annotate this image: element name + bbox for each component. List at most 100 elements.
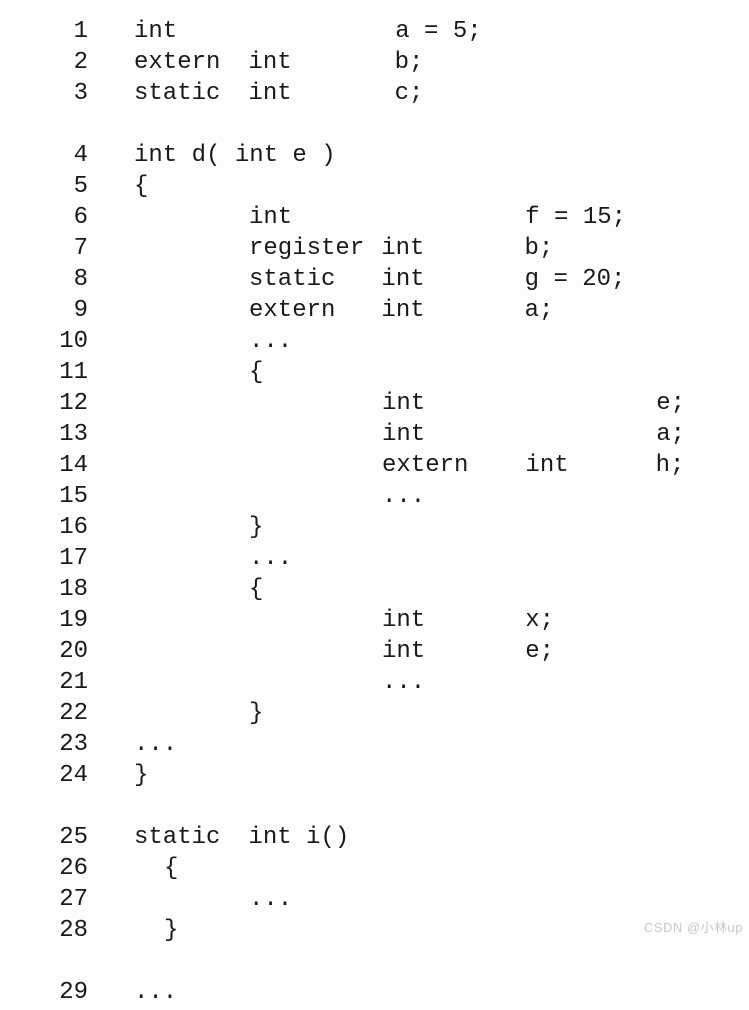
code-token: int xyxy=(382,607,425,634)
code-token: extern xyxy=(382,452,468,479)
code-token: { xyxy=(134,173,148,200)
code-token: h; xyxy=(656,452,685,479)
line-number: 20 xyxy=(28,638,134,665)
blank-line xyxy=(28,948,741,979)
code-token: } xyxy=(249,700,263,727)
code-token: f = 15; xyxy=(525,204,626,231)
code-line: 1int a = 5; xyxy=(28,18,741,49)
line-number: 9 xyxy=(28,297,134,324)
blank-line xyxy=(28,111,741,142)
code-line: 29... xyxy=(28,979,741,1010)
code-token: static xyxy=(134,80,220,107)
line-number: 24 xyxy=(28,762,134,789)
code-line: 7 register int b; xyxy=(28,235,741,266)
line-number: 29 xyxy=(28,979,134,1006)
code-token: ... xyxy=(382,669,425,696)
code-token: int xyxy=(381,297,424,324)
code-line: 4int d( int e ) xyxy=(28,142,741,173)
code-token: int xyxy=(525,452,568,479)
code-line: 12inte; xyxy=(28,390,741,421)
code-token: register xyxy=(249,235,364,262)
line-number: 13 xyxy=(28,421,134,448)
code-line: 16} xyxy=(28,514,741,545)
blank-line xyxy=(28,793,741,824)
code-line: 17... xyxy=(28,545,741,576)
code-line: 6 int f = 15; xyxy=(28,204,741,235)
code-token: int xyxy=(248,80,291,107)
code-token: ... xyxy=(134,731,177,758)
line-number: 3 xyxy=(28,80,134,107)
code-token: int i() xyxy=(248,824,349,851)
code-line: 22} xyxy=(28,700,741,731)
line-number: 23 xyxy=(28,731,134,758)
code-token: int xyxy=(382,390,425,417)
code-line: 10... xyxy=(28,328,741,359)
code-token: c; xyxy=(395,80,424,107)
line-number: 22 xyxy=(28,700,134,727)
code-line: 24} xyxy=(28,762,741,793)
code-line: 14 extern int h; xyxy=(28,452,741,483)
code-token: int xyxy=(381,266,424,293)
code-line: 15... xyxy=(28,483,741,514)
line-number: 12 xyxy=(28,390,134,417)
line-number: 5 xyxy=(28,173,134,200)
code-token: int xyxy=(381,235,424,262)
code-token: int xyxy=(248,49,291,76)
watermark-text: CSDN @小林up xyxy=(644,917,743,936)
line-number: 7 xyxy=(28,235,134,262)
code-token: a; xyxy=(525,297,554,324)
line-number: 18 xyxy=(28,576,134,603)
code-token: { xyxy=(249,359,263,386)
code-line: 13 int a; xyxy=(28,421,741,452)
code-line: 18 { xyxy=(28,576,741,607)
code-token: static xyxy=(249,266,335,293)
code-token: int xyxy=(249,204,292,231)
code-token: a = 5; xyxy=(395,18,481,45)
line-number: 26 xyxy=(28,855,134,882)
line-number: 17 xyxy=(28,545,134,572)
code-token: { xyxy=(164,855,178,882)
line-number: 4 xyxy=(28,142,134,169)
code-token: int xyxy=(382,638,425,665)
code-token: x; xyxy=(525,607,554,634)
code-token: extern xyxy=(249,297,335,324)
code-token: ... xyxy=(249,328,292,355)
code-token: } xyxy=(249,514,263,541)
code-line: 8 static int g = 20; xyxy=(28,266,741,297)
line-number: 25 xyxy=(28,824,134,851)
line-number: 8 xyxy=(28,266,134,293)
code-token: static xyxy=(134,824,220,851)
code-token: ... xyxy=(249,545,292,572)
code-line: 9 extern int a; xyxy=(28,297,741,328)
line-number: 15 xyxy=(28,483,134,510)
code-token: b; xyxy=(395,49,424,76)
code-line: 21... xyxy=(28,669,741,700)
code-token: ... xyxy=(134,979,177,1006)
line-number: 1 xyxy=(28,18,134,45)
line-number: 27 xyxy=(28,886,134,913)
code-token: } xyxy=(134,762,148,789)
code-line: 26 { xyxy=(28,855,741,886)
line-number: 2 xyxy=(28,49,134,76)
code-token: ... xyxy=(382,483,425,510)
code-line: 25static int i() xyxy=(28,824,741,855)
code-token: int xyxy=(382,421,425,448)
line-number: 21 xyxy=(28,669,134,696)
code-line: 3static int c; xyxy=(28,80,741,111)
code-token: b; xyxy=(524,235,553,262)
line-number: 16 xyxy=(28,514,134,541)
code-line: 5{ xyxy=(28,173,741,204)
code-token: g = 20; xyxy=(525,266,626,293)
code-token: { xyxy=(249,576,263,603)
line-number: 11 xyxy=(28,359,134,386)
line-number: 19 xyxy=(28,607,134,634)
code-line: 20 int e; xyxy=(28,638,741,669)
code-token: int xyxy=(134,18,177,45)
line-number: 14 xyxy=(28,452,134,479)
code-line: 19 int x; xyxy=(28,607,741,638)
code-token: e; xyxy=(525,638,554,665)
line-number: 6 xyxy=(28,204,134,231)
code-token: a; xyxy=(656,421,685,448)
line-number: 10 xyxy=(28,328,134,355)
code-token: ... xyxy=(249,886,292,913)
